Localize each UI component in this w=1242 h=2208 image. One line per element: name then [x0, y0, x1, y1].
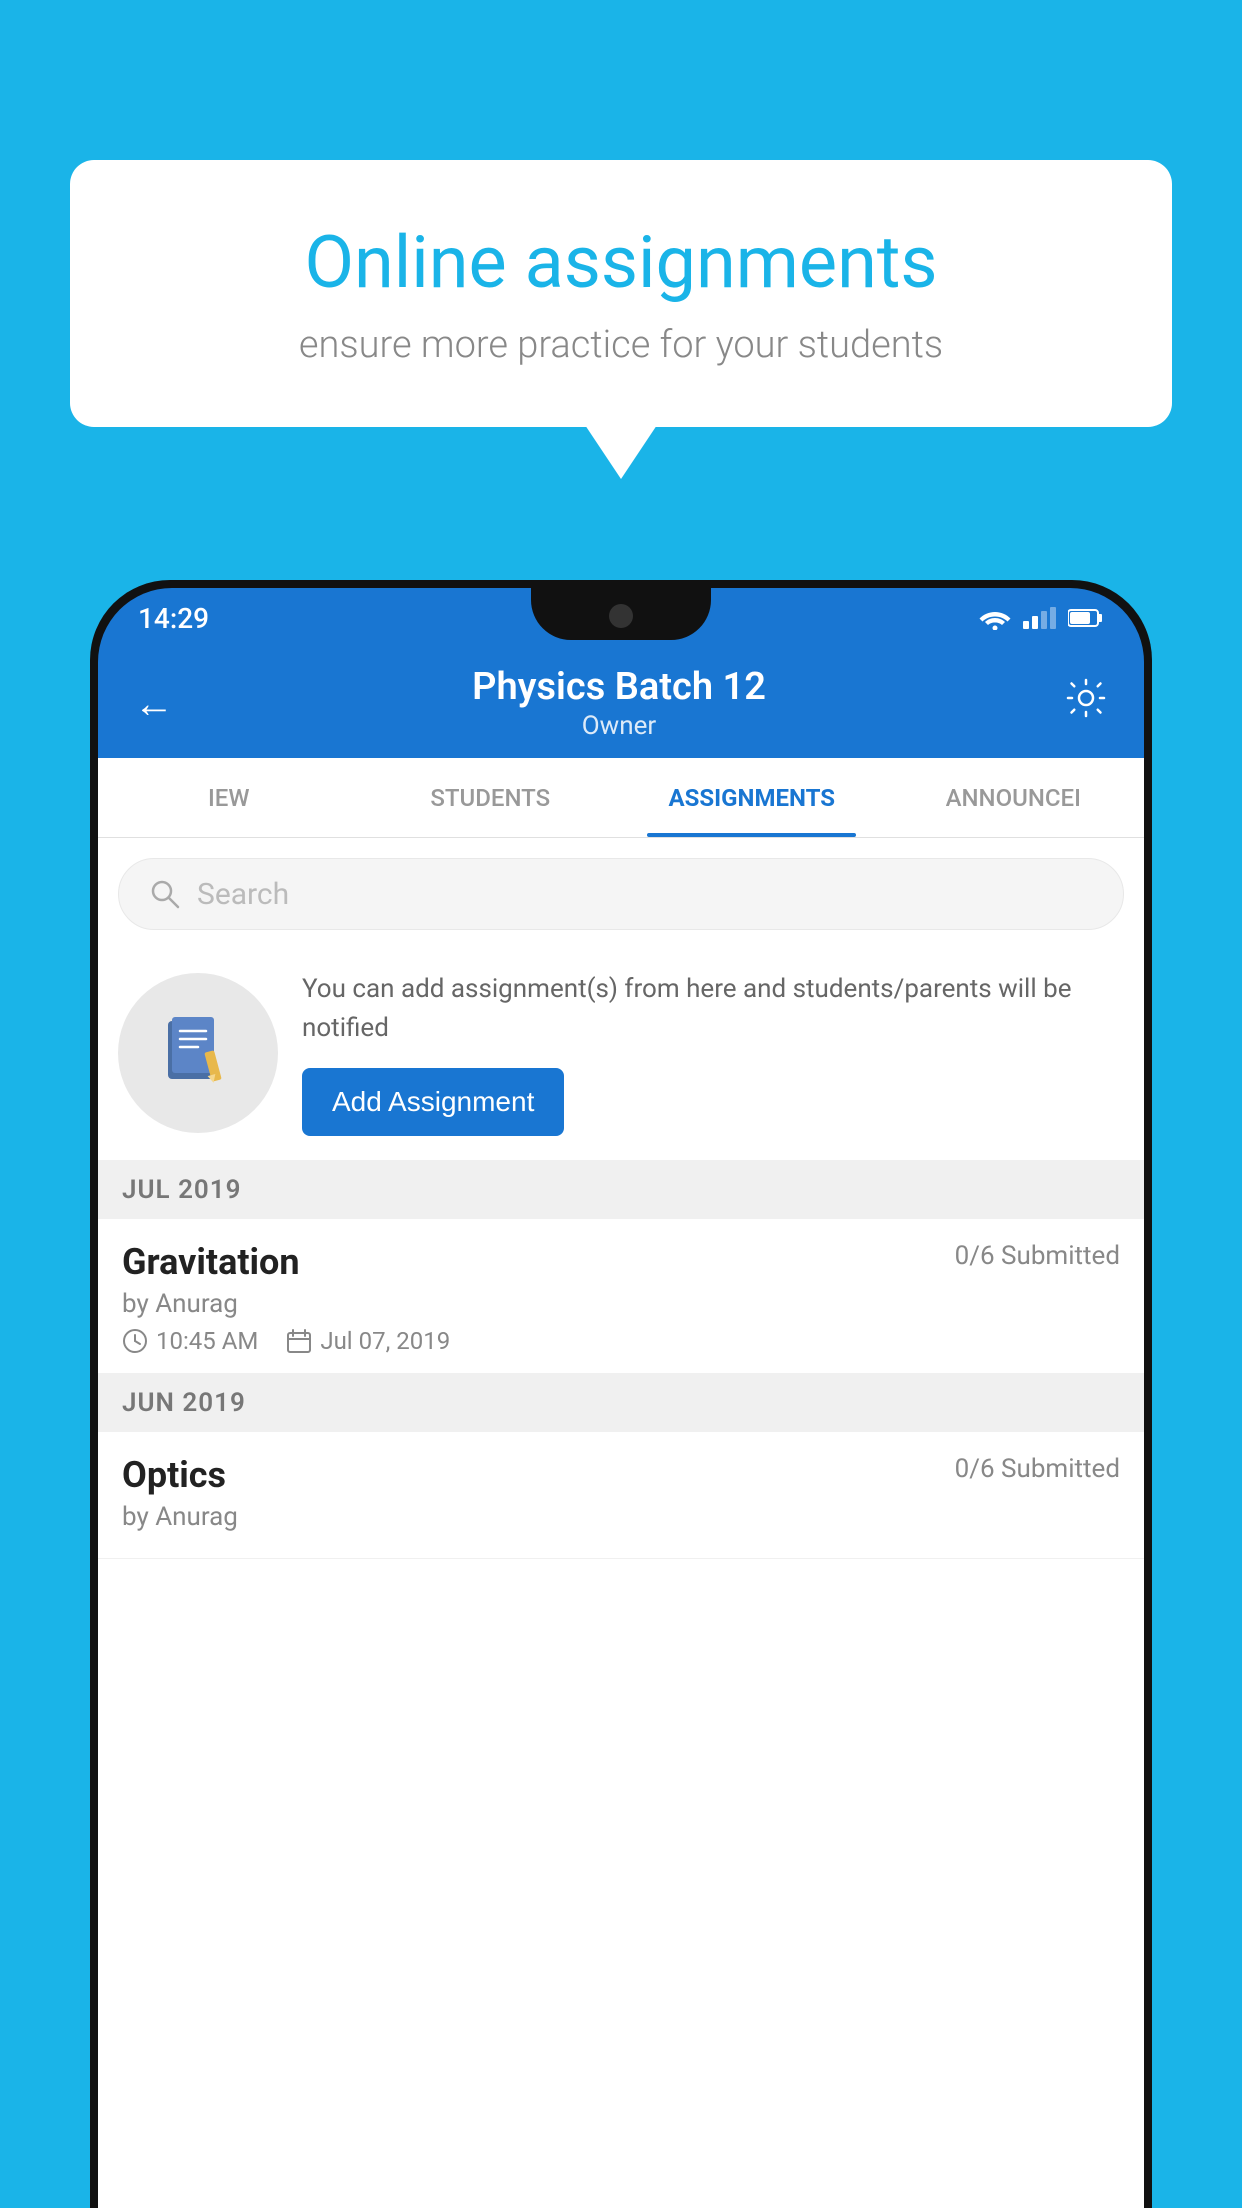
promo-card: You can add assignment(s) from here and … [98, 946, 1144, 1161]
assignment-row1-optics: Optics 0/6 Submitted [122, 1454, 1120, 1496]
phone-notch [531, 588, 711, 640]
tab-announcements[interactable]: ANNOUNCEI [883, 758, 1145, 837]
assignment-time-gravitation: 10:45 AM [156, 1327, 258, 1355]
phone-inner: 14:29 [98, 588, 1144, 2208]
search-icon [149, 878, 181, 910]
date-item-gravitation: Jul 07, 2019 [286, 1327, 450, 1355]
assignment-by-gravitation: by Anurag [122, 1289, 1120, 1319]
tab-announcements-label: ANNOUNCEI [946, 784, 1081, 812]
promo-icon-circle [118, 973, 278, 1133]
assignment-date-gravitation: Jul 07, 2019 [320, 1327, 450, 1355]
promo-description: You can add assignment(s) from here and … [302, 970, 1120, 1048]
search-bar[interactable]: Search [118, 858, 1124, 930]
tab-iew[interactable]: IEW [98, 758, 360, 837]
status-icons [979, 606, 1104, 630]
header-subtitle: Owner [472, 711, 766, 741]
back-button[interactable]: ← [134, 680, 174, 727]
calendar-icon [286, 1328, 312, 1354]
app-header: ← Physics Batch 12 Owner [98, 648, 1144, 758]
assignment-by-optics: by Anurag [122, 1502, 1120, 1532]
section-label-jul: JUL 2019 [122, 1175, 242, 1205]
assignment-meta-gravitation: 10:45 AM Jul 07, 2019 [122, 1327, 1120, 1355]
promo-text-area: You can add assignment(s) from here and … [302, 970, 1120, 1136]
section-label-jun: JUN 2019 [122, 1388, 246, 1418]
tab-students-label: STUDENTS [430, 784, 550, 812]
header-title: Physics Batch 12 [472, 665, 766, 709]
speech-bubble-container: Online assignments ensure more practice … [70, 160, 1172, 427]
section-header-jun: JUN 2019 [98, 1374, 1144, 1432]
time-item-gravitation: 10:45 AM [122, 1327, 258, 1355]
section-header-jul: JUL 2019 [98, 1161, 1144, 1219]
clock-icon [122, 1328, 148, 1354]
status-time: 14:29 [138, 602, 209, 635]
assignment-item-optics[interactable]: Optics 0/6 Submitted by Anurag [98, 1432, 1144, 1559]
assignment-submitted-gravitation: 0/6 Submitted [955, 1241, 1120, 1271]
screen-content: Search [98, 838, 1144, 2208]
phone-mockup: 14:29 [90, 580, 1152, 2208]
tab-students[interactable]: STUDENTS [360, 758, 622, 837]
header-title-group: Physics Batch 12 Owner [472, 665, 766, 741]
tab-assignments[interactable]: ASSIGNMENTS [621, 758, 883, 837]
assignment-title-gravitation: Gravitation [122, 1241, 300, 1283]
front-camera [609, 604, 633, 628]
bubble-subtitle: ensure more practice for your students [140, 323, 1102, 367]
tab-iew-label: IEW [208, 784, 249, 812]
tab-assignments-label: ASSIGNMENTS [668, 784, 835, 812]
notebook-icon [158, 1013, 238, 1093]
search-placeholder: Search [197, 877, 289, 912]
battery-icon [1068, 608, 1104, 628]
assignment-submitted-optics: 0/6 Submitted [955, 1454, 1120, 1484]
signal-icon [1023, 607, 1056, 629]
assignment-title-optics: Optics [122, 1454, 226, 1496]
settings-icon[interactable] [1064, 676, 1108, 730]
tab-bar: IEW STUDENTS ASSIGNMENTS ANNOUNCEI [98, 758, 1144, 838]
add-assignment-button[interactable]: Add Assignment [302, 1068, 564, 1136]
bubble-title: Online assignments [140, 220, 1102, 305]
speech-bubble: Online assignments ensure more practice … [70, 160, 1172, 427]
assignment-row1-gravitation: Gravitation 0/6 Submitted [122, 1241, 1120, 1283]
assignment-item-gravitation[interactable]: Gravitation 0/6 Submitted by Anurag 10:4… [98, 1219, 1144, 1374]
wifi-icon [979, 606, 1011, 630]
